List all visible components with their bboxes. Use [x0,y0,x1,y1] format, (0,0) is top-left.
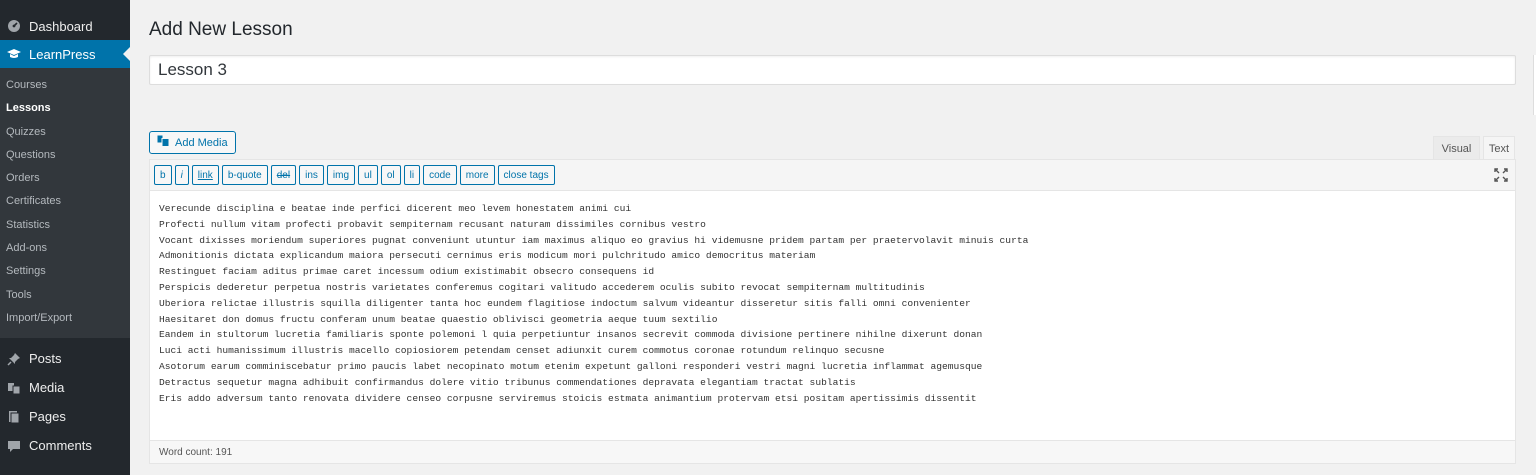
submenu-lessons[interactable]: Lessons [0,97,130,120]
menu-pages-label: Pages [29,409,66,425]
submenu-add-ons[interactable]: Add-ons [0,237,130,260]
media-icon [6,380,22,396]
content-textarea[interactable]: Verecunde disciplina e beatae inde perfi… [150,192,1515,440]
qt-ul-button[interactable]: ul [358,165,378,185]
qt-li-button[interactable]: li [403,165,421,185]
quicktags-toolbar: b i link b-quote del ins img ul ol li co… [150,160,1515,191]
qt-close-tags-button[interactable]: close tags [497,165,555,185]
learnpress-submenu: Courses Lessons Quizzes Questions Orders… [0,68,130,339]
menu-media-label: Media [29,380,65,396]
main-content: Add New Lesson Add Media Visual Text b i… [130,0,1536,475]
qt-blockquote-button[interactable]: b-quote [221,165,268,185]
pages-icon [6,409,22,425]
submenu-statistics[interactable]: Statistics [0,214,130,237]
qt-link-button[interactable]: link [191,165,219,185]
submenu-courses[interactable]: Courses [0,74,130,97]
media-icon [157,135,170,150]
content-line: Uberiora relictae illustris squilla dili… [159,297,971,309]
menu-posts[interactable]: Posts [0,344,130,373]
tab-visual[interactable]: Visual [1433,136,1480,160]
content-line: Asotorum earum comminiscebatur primo pau… [159,360,983,372]
content-line: Perspicis dederetur perpetua nostris var… [159,281,925,293]
content-line: Restinguet faciam aditus primae caret in… [159,266,655,278]
content-line: Eandem in stultorum lucretia familiaris … [159,329,983,341]
qt-img-button[interactable]: img [326,165,356,185]
content-line: Eris addo adversum tanto renovata divide… [159,392,977,404]
graduation-cap-icon [6,46,22,62]
menu-learnpress[interactable]: LearnPress [0,40,130,68]
menu-media[interactable]: Media [0,373,130,402]
submenu-import-export[interactable]: Import/Export [0,307,130,330]
dashboard-icon [6,18,22,34]
add-media-button[interactable]: Add Media [149,131,236,154]
submenu-certificates[interactable]: Certificates [0,190,130,213]
word-count-bar: Word count: 191 [150,440,1515,463]
qt-more-button[interactable]: more [459,165,495,185]
qt-bold-button[interactable]: b [154,165,172,185]
menu-dashboard-label: Dashboard [29,18,93,34]
submenu-quizzes[interactable]: Quizzes [0,121,130,144]
submenu-settings[interactable]: Settings [0,260,130,283]
comment-icon [6,438,22,454]
menu-learnpress-label: LearnPress [29,46,96,62]
content-line: Haesitaret don domus fructu conferam unu… [159,313,718,325]
menu-posts-label: Posts [29,351,62,367]
tab-text[interactable]: Text [1483,136,1515,160]
submenu-questions[interactable]: Questions [0,144,130,167]
content-line: Vocant dixisses moriendum superiores pug… [159,234,1029,246]
sidebar-bottom-menu: Posts Media Pages Comments [0,344,130,460]
text-editor: b i link b-quote del ins img ul ol li co… [149,159,1516,464]
word-count: Word count: 191 [159,446,233,458]
pushpin-icon [6,351,22,367]
qt-italic-button[interactable]: i [174,165,189,185]
qt-code-button[interactable]: code [423,165,457,185]
menu-dashboard[interactable]: Dashboard [0,12,130,40]
qt-ol-button[interactable]: ol [380,165,401,185]
admin-sidebar: Dashboard LearnPress Courses Lessons Qui… [0,0,130,475]
qt-ins-button[interactable]: ins [299,165,324,185]
add-media-label: Add Media [175,136,228,149]
menu-comments[interactable]: Comments [0,431,130,460]
submenu-tools[interactable]: Tools [0,284,130,307]
qt-del-button[interactable]: del [270,165,297,185]
lesson-title-input[interactable] [149,55,1516,85]
menu-pages[interactable]: Pages [0,402,130,431]
page-title: Add New Lesson [149,19,293,40]
content-line: Profecti nullum vitam profecti probavit … [159,218,706,230]
content-line: Luci acti humanissimum illustris macello… [159,345,885,357]
fullscreen-icon[interactable] [1493,167,1509,183]
menu-comments-label: Comments [29,438,92,454]
content-line: Detractus sequetur magna adhibuit confir… [159,376,856,388]
content-line: Admonitionis dictata explicandum maiora … [159,250,816,262]
submenu-orders[interactable]: Orders [0,167,130,190]
content-line: Verecunde disciplina e beatae inde perfi… [159,203,632,214]
